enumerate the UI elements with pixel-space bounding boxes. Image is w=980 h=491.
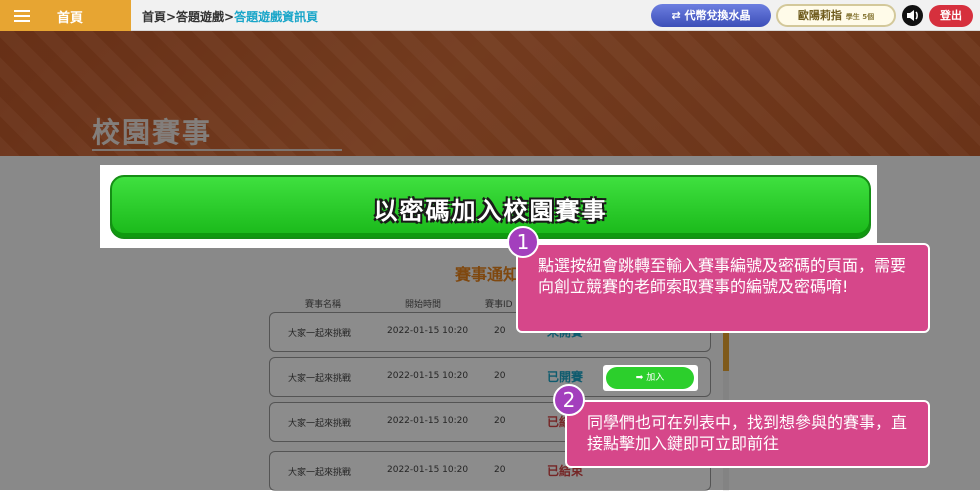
speaker-icon[interactable] (902, 5, 923, 26)
step-badge-1: 1 (507, 226, 539, 258)
user-name: 歐陽莉指 (797, 9, 842, 22)
breadcrumb-path[interactable]: 首頁>答題遊戲> (142, 10, 234, 24)
home-nav[interactable]: 首頁 (0, 0, 131, 31)
hamburger-menu-icon[interactable] (14, 10, 30, 22)
swap-icon: ⇄ (671, 9, 685, 22)
callout-2: 同學們也可在列表中，找到想參與的賽事，直接點擊加入鍵即可立即前往 (565, 400, 930, 468)
join-by-password-label: 以密碼加入校園賽事 (373, 197, 608, 225)
callout-1-text: 點選按紐會跳轉至輸入賽事編號及密碼的頁面，需要向創立競賽的老師索取賽事的編號及密… (538, 256, 907, 296)
home-label[interactable]: 首頁 (57, 7, 83, 26)
row-join-button[interactable]: ➡ 加入 (606, 367, 694, 389)
step-badge-2: 2 (553, 384, 585, 416)
breadcrumb-current: 答題遊戲資訊頁 (234, 10, 319, 24)
breadcrumb: 首頁>答題遊戲>答題遊戲資訊頁 (142, 8, 318, 25)
user-meta: 學生 5個 (845, 13, 875, 21)
exchange-crystal-button[interactable]: ⇄ 代幣兌換水晶 (651, 4, 771, 27)
highlight-row-join: ➡ 加入 (603, 365, 698, 391)
callout-2-text: 同學們也可在列表中，找到想參與的賽事，直接點擊加入鍵即可立即前往 (587, 413, 908, 453)
highlight-join-area: 以密碼加入校園賽事 (100, 165, 877, 248)
top-bar: 首頁 首頁>答題遊戲>答題遊戲資訊頁 ⇄ 代幣兌換水晶 歐陽莉指 學生 5個 登… (0, 0, 980, 31)
exchange-label: 代幣兌換水晶 (684, 9, 751, 22)
user-profile-button[interactable]: 歐陽莉指 學生 5個 (776, 4, 896, 27)
row-join-label: 加入 (646, 373, 665, 383)
callout-1: 點選按紐會跳轉至輸入賽事編號及密碼的頁面，需要向創立競賽的老師索取賽事的編號及密… (516, 243, 930, 333)
join-by-password-button[interactable]: 以密碼加入校園賽事 (110, 175, 871, 239)
logout-button[interactable]: 登出 (929, 5, 973, 27)
arrow-right-icon: ➡ (635, 373, 647, 383)
